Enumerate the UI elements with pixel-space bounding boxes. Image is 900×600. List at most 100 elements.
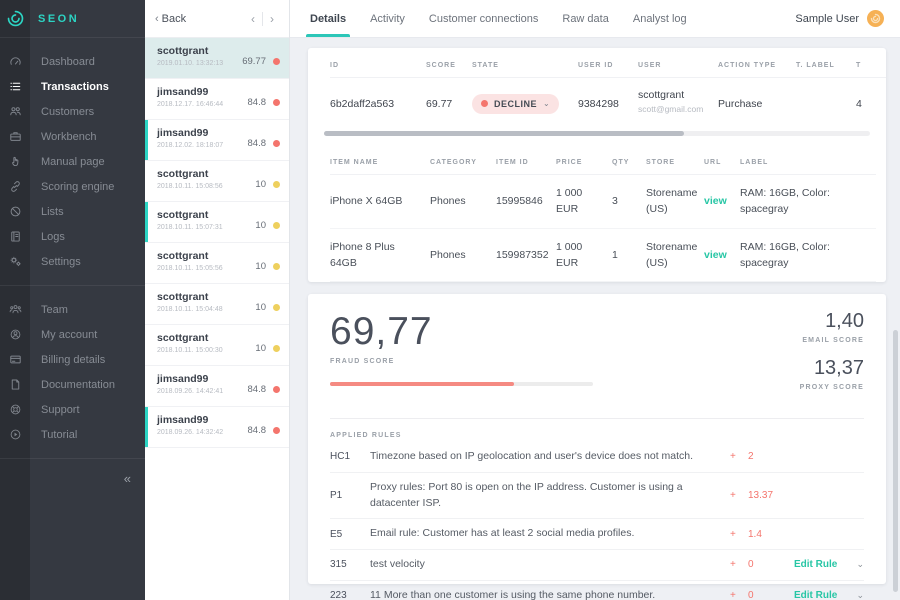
transaction-list-item[interactable]: scottgrant 2018.10.11. 15:05:56 10 [145, 243, 289, 284]
view-url-link[interactable]: view [704, 193, 727, 209]
item-category: Phones [430, 175, 496, 229]
column-header: LABEL [740, 145, 876, 175]
user-menu[interactable]: Sample User [795, 0, 884, 37]
column-header: PRICE [556, 145, 612, 175]
sidebar-item[interactable]: Settings [0, 249, 145, 274]
sidebar-item[interactable]: Team [0, 297, 145, 322]
item-name: iPhone X 64GB [330, 175, 430, 229]
fraud-score-value: 69,77 [330, 310, 593, 354]
transaction-user: jimsand99 [157, 414, 223, 426]
status-dot [273, 222, 280, 229]
manual-page-icon [0, 155, 30, 168]
rule-sign: + [730, 529, 748, 540]
back-button[interactable]: ‹Back [155, 13, 186, 25]
vertical-scrollbar-thumb[interactable] [893, 330, 898, 592]
sidebar-item-label: Manual page [41, 156, 105, 168]
sidebar-item[interactable]: Scoring engine [0, 174, 145, 199]
sidebar-item[interactable]: Lists [0, 199, 145, 224]
item-label: RAM: 16GB, Color: spacegray [740, 229, 876, 283]
transaction-score: 10 [255, 261, 266, 272]
tab[interactable]: Activity [370, 0, 405, 37]
transaction-list-item[interactable]: scottgrant 2019.01.10. 13:32:13 69.77 [145, 38, 289, 79]
sidebar-item[interactable]: Support [0, 397, 145, 422]
transaction-score: 69.77 [242, 56, 266, 67]
transaction-list-item[interactable]: scottgrant 2018.10.11. 15:08:56 10 [145, 161, 289, 202]
user-cell: scottgrant scott@gmail.com [638, 78, 718, 129]
sidebar-item[interactable]: Logs [0, 224, 145, 249]
transaction-list-item[interactable]: jimsand99 2018.09.26. 14:42:41 84.8 [145, 366, 289, 407]
fraud-score-bar [330, 382, 593, 386]
item-qty: 3 [612, 175, 646, 229]
transaction-list-item[interactable]: scottgrant 2018.10.11. 15:04:48 10 [145, 284, 289, 325]
rule-text: Timezone based on IP geolocation and use… [370, 449, 730, 465]
brand-name: SEON [38, 13, 79, 25]
chevron-down-icon[interactable]: ⌄ [850, 590, 864, 600]
edit-rule-link[interactable]: Edit Rule [794, 590, 850, 600]
sidebar-collapse-icon[interactable]: « [124, 471, 131, 486]
item-id: 159987352 [496, 229, 556, 283]
sidebar-item-label: Scoring engine [41, 181, 114, 193]
state-dropdown[interactable]: DECLINE ⌄ [472, 94, 559, 114]
column-header: SCORE [426, 48, 472, 78]
transaction-date: 2018.12.17. 16:46:44 [157, 101, 223, 108]
status-dot [273, 181, 280, 188]
transaction-user: scottgrant [157, 168, 223, 180]
sidebar-item[interactable]: Dashboard [0, 49, 145, 74]
tab[interactable]: Raw data [562, 0, 608, 37]
item-category: Phones [430, 229, 496, 283]
app-window: SEON Dashboard Transactions Customers [0, 0, 900, 600]
tab[interactable]: Analyst log [633, 0, 687, 37]
item-store: Storename (US) [646, 175, 704, 229]
brand-logo[interactable]: SEON [0, 0, 145, 38]
sidebar-secondary-nav: Team My account Billing details Document… [0, 286, 145, 458]
transaction-score: 10 [255, 179, 266, 190]
sidebar-item[interactable]: Customers [0, 99, 145, 124]
chevron-down-icon: ⌄ [543, 99, 550, 108]
tutorial-icon [0, 428, 30, 441]
my-account-icon [0, 328, 30, 341]
sidebar-item[interactable]: Documentation [0, 372, 145, 397]
transaction-user: scottgrant [157, 332, 223, 344]
sidebar-main-nav: Dashboard Transactions Customers Workben… [0, 38, 145, 285]
user-id: 9384298 [578, 78, 638, 129]
horizontal-scrollbar-thumb[interactable] [324, 131, 684, 136]
column-header: USER [638, 48, 718, 78]
documentation-icon [0, 378, 30, 391]
status-dot [273, 58, 280, 65]
column-header: ACTION TYPE [718, 48, 796, 78]
sidebar-item[interactable]: Tutorial [0, 422, 145, 447]
sidebar-item[interactable]: Manual page [0, 149, 145, 174]
transaction-user: jimsand99 [157, 86, 223, 98]
transaction-score: 84.8 [248, 138, 267, 149]
item-store: Storename (US) [646, 229, 704, 283]
transaction-list-item[interactable]: jimsand99 2018.09.26. 14:32:42 84.8 [145, 407, 289, 448]
transaction-list-item[interactable]: jimsand99 2018.12.17. 16:46:44 84.8 [145, 79, 289, 120]
column-header: URL [704, 145, 740, 175]
edit-rule-link[interactable]: Edit Rule [794, 559, 850, 570]
sidebar-item[interactable]: My account [0, 322, 145, 347]
sidebar-item[interactable]: Transactions [0, 74, 145, 99]
transaction-date: 2018.10.11. 15:04:48 [157, 306, 223, 313]
transaction-list-item[interactable]: scottgrant 2018.10.11. 15:00:30 10 [145, 325, 289, 366]
transaction-list-item[interactable]: scottgrant 2018.10.11. 15:07:31 10 [145, 202, 289, 243]
rule-score: 2 [748, 451, 794, 462]
next-page-button[interactable]: › [263, 10, 281, 28]
rule-code: 223 [330, 590, 370, 600]
transaction-score: 10 [255, 343, 266, 354]
sidebar-item-label: Transactions [41, 81, 109, 93]
view-url-link[interactable]: view [704, 247, 727, 263]
tab[interactable]: Customer connections [429, 0, 538, 37]
divider [330, 418, 864, 419]
sidebar-item[interactable]: Workbench [0, 124, 145, 149]
tab[interactable]: Details [310, 0, 346, 37]
chevron-down-icon[interactable]: ⌄ [850, 559, 864, 570]
sidebar-item-label: Support [41, 404, 80, 416]
detail-tabs: Details Activity Customer connections Ra… [310, 0, 711, 37]
transaction-list-item[interactable]: jimsand99 2018.12.02. 18:18:07 84.8 [145, 120, 289, 161]
transaction-list-panel: ‹Back ‹ › scottgrant 2019.01.10. 13:32:1… [145, 0, 290, 600]
column-header: QTY [612, 145, 646, 175]
sidebar-item[interactable]: Billing details [0, 347, 145, 372]
prev-page-button[interactable]: ‹ [244, 10, 262, 28]
rule-text: test velocity [370, 557, 730, 573]
sidebar-item-label: Documentation [41, 379, 115, 391]
